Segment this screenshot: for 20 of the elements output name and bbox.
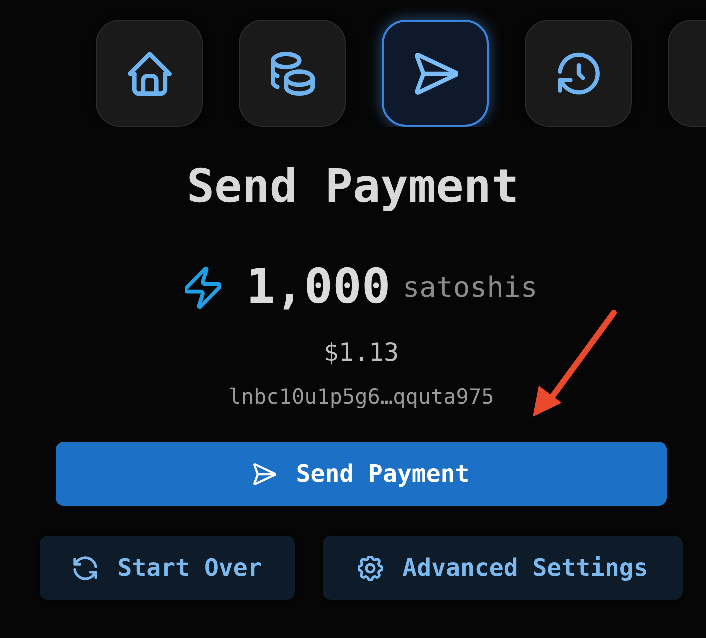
coins-icon [270, 52, 314, 96]
advanced-settings-button[interactable]: Advanced Settings [323, 536, 683, 600]
lightning-bolt-icon [185, 265, 222, 312]
page-title: Send Payment [186, 159, 520, 214]
history-icon [556, 52, 600, 96]
settings-icon [358, 556, 383, 581]
paper-plane-icon [414, 52, 458, 96]
nav-tab[interactable] [382, 20, 489, 127]
home-icon [128, 52, 172, 96]
send-payment-button[interactable]: Send Payment [56, 442, 667, 506]
nav-tab[interactable] [525, 20, 632, 127]
invoice-id: lnbc10u1p5g6…qquta975 [228, 384, 496, 410]
fiat-amount: $1.13 [322, 338, 400, 368]
nav-tab[interactable] [239, 20, 346, 127]
amount-value: 1,000 [246, 259, 391, 317]
unit-label: satoshis [402, 271, 538, 305]
nav-tab[interactable] [96, 20, 203, 127]
start-over-button[interactable]: Start Over [40, 536, 295, 600]
refresh-icon [72, 556, 98, 581]
paper-plane-icon [253, 462, 276, 486]
